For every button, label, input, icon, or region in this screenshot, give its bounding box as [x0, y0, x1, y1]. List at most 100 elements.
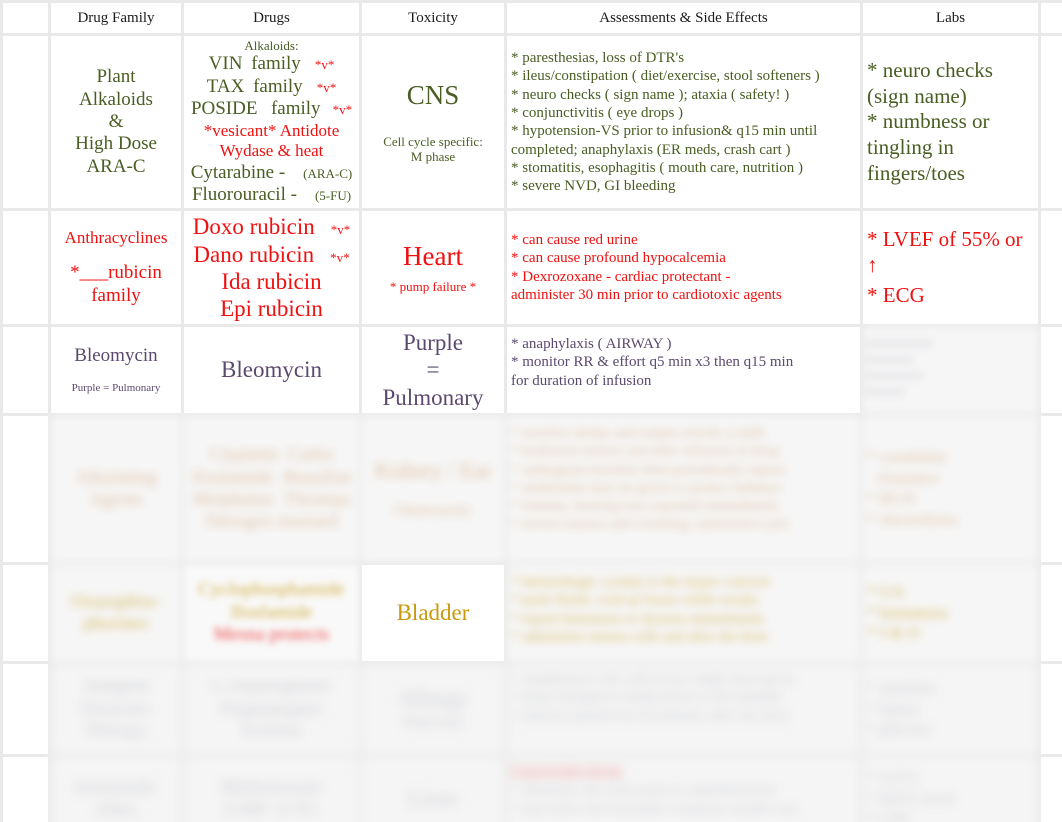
cell-labs-bleomycin-obscured: * * * * * * * * * * * * * * * * * * * * … — [863, 326, 1038, 413]
column-header-assessments: Assessments & Side Effects — [507, 3, 860, 33]
vesicant-marker: *v* — [314, 57, 335, 73]
assessment-line: * ileus/constipation ( diet/exercise, st… — [511, 68, 820, 85]
column-header-toxicity: Toxicity — [362, 3, 504, 33]
obscured-text: * push fluids; void q2 hours while awake — [511, 592, 759, 609]
toxicity-sub-line: M phase — [410, 149, 456, 165]
obscured-text: * mucositis and stomatitis common; mouth… — [511, 800, 799, 817]
cell-toxicity-heart: Heart * pump failure * — [362, 211, 504, 324]
obscured-text: Erwinia — [241, 720, 302, 742]
obscured-text: Alkylating — [75, 466, 157, 488]
cell-assessments-obscured: * monitor intake and output strictly q s… — [507, 415, 860, 562]
obscured-text: * hemorrhagic cystitis is the major conc… — [511, 573, 771, 590]
row-gutter-right — [1041, 211, 1062, 324]
lab-line: tingling in — [867, 135, 954, 160]
cell-labs-obscured: * creatinine clearance * BUN * electroly… — [863, 415, 1038, 562]
obscured-text: * LFT's — [867, 767, 920, 787]
column-header-drug-family: Drug Family — [51, 3, 181, 33]
cell-drugs-anthracyclines: Doxo rubicin *v* Dano rubicin *v* Ida ru… — [184, 211, 359, 324]
table-row: Anthracyclines *___rubicin family Doxo r… — [3, 211, 1062, 324]
column-header-labs: Labs — [863, 3, 1038, 33]
cell-labs-plant-alkaloids: * neuro checks (sign name) * numbness or… — [863, 36, 1038, 209]
cell-drugs-obscured: Cisplatin Carbo Ifosfamide Busulfan Melp… — [184, 415, 359, 562]
toxicity-sub-line: * pump failure * — [389, 278, 477, 294]
toxicity-main: Bladder — [396, 600, 470, 626]
cell-toxicity-obscured: Kidney / Ear Ototoxicity — [362, 415, 504, 562]
cell-drugs-bleomycin: Bleomycin — [184, 326, 359, 413]
toxicity-line: Purple — [402, 330, 464, 356]
lab-line: fingers/toes — [867, 160, 965, 185]
obscured-text: Therapy — [84, 720, 148, 742]
row-gutter-left — [3, 663, 48, 754]
drug-name: Ida rubicin — [221, 268, 322, 294]
cell-assessments-bleomycin: * anaphylaxis ( AIRWAY ) * monitor RR & … — [507, 326, 860, 413]
cell-assessments-obscured: Leucovorin rescue * alkalinize the urine… — [507, 756, 860, 822]
obscured-text: * tinnitus, hearing loss reported immedi… — [511, 498, 780, 515]
drug-abbreviation: (ARA-C) — [303, 165, 353, 181]
obscured-text: * severe nausea and vomiting; antiemetic… — [511, 516, 789, 533]
drug-name: Epi rubicin — [220, 295, 323, 321]
cell-drug-family-plant-alkaloids: Plant Alkaloids & High Dose ARA-C — [51, 36, 181, 209]
obscured-text: * UA — [867, 581, 905, 601]
cell-labs-anthracyclines: * LVEF of 55% or ↑ * ECG — [863, 211, 1038, 324]
obscured-text: * hematuria — [867, 602, 948, 622]
assessment-line: * monitor RR & effort q5 min x3 then q15… — [511, 354, 794, 371]
obscured-text: Allergy — [398, 686, 468, 712]
obscured-text: * I & O — [867, 623, 920, 643]
obscured-text: * creatinine — [867, 447, 947, 467]
obscured-text: L-Asparaginase — [211, 675, 332, 697]
cell-assessments-anthracyclines: * can cause red urine * can cause profou… — [507, 211, 860, 324]
toxicity-sub-line: Cell cycle specific: — [383, 133, 483, 149]
cell-toxicity-obscured: Allergy Pancreas — [362, 663, 504, 754]
obscured-text: * observe patient for 60 minutes after t… — [511, 707, 790, 724]
obscured-text: Agents — [89, 488, 143, 510]
cell-labs-obscured: * LFT's * MTX level * CBC — [863, 756, 1038, 822]
table-row: Plant Alkaloids & High Dose ARA-C Alkalo… — [3, 36, 1062, 209]
cell-labs-bladder-obscured: * UA * hematuria * I & O — [863, 564, 1038, 661]
vesicant-marker: *v* — [330, 222, 351, 238]
assessment-line: * paresthesias, loss of DTR's — [511, 50, 685, 67]
cell-toxicity-bladder: Bladder — [362, 564, 504, 661]
table-row: Antimetab- olites Methotrexate 6-MP 6-TG… — [3, 756, 1062, 822]
obscured-text: * glucose — [867, 719, 932, 739]
row-gutter-left — [3, 415, 48, 562]
table-row: Alkylating Agents Cisplatin Carbo Ifosfa… — [3, 415, 1062, 562]
obscured-text: Liver — [408, 786, 458, 812]
drug-family-line: Plant — [96, 66, 136, 88]
drug-entry: TAX family *v* — [188, 76, 355, 98]
obscured-text: Ototoxicity — [394, 500, 472, 520]
drugs-caption: Alkaloids: — [244, 38, 299, 53]
drug-entry: Cytarabine - (ARA-C) — [188, 162, 355, 184]
vesicant-marker: *v* — [316, 79, 337, 95]
assessment-line: * stomatitis, esophagitis ( mouth care, … — [511, 159, 804, 176]
obscured-text: * anaphylaxis risk with every single dos… — [511, 670, 796, 687]
row-gutter-right — [1041, 326, 1062, 413]
obscured-text: * keep emergency medications at the beds… — [511, 689, 783, 706]
drug-family-subtitle: *___rubicin — [70, 262, 162, 284]
row-gutter-left — [3, 564, 48, 661]
assessment-line: * can cause profound hypocalcemia — [511, 250, 726, 267]
drug-suffix: family — [251, 53, 301, 75]
assessment-line: * Dexrozoxane - cardiac protectant - — [511, 268, 731, 285]
drug-name: Dano rubicin — [193, 241, 315, 267]
drug-family-subtitle: family — [91, 284, 141, 306]
toxicity-line: Pulmonary — [382, 384, 484, 410]
obscured-text: * BUN — [867, 488, 916, 508]
obscured-text: * MTX level — [867, 788, 955, 808]
drug-family-line: High Dose — [75, 133, 157, 155]
cell-drug-family-anthracyclines: Anthracyclines *___rubicin family — [51, 211, 181, 324]
cell-toxicity-pulmonary: Purple = Pulmonary — [362, 326, 504, 413]
obscured-text: phorines — [83, 612, 149, 634]
vesicant-antidote-line: *vesicant* Antidote — [203, 120, 340, 140]
assessment-line: * severe NVD, GI bleeding — [511, 178, 676, 195]
obscured-text: Nitrogen mustard — [204, 511, 339, 533]
vesicant-marker: *v* — [332, 102, 353, 118]
row-gutter-right — [1041, 415, 1062, 562]
vesicant-marker: *v* — [330, 249, 350, 265]
toxicity-main: Heart — [403, 241, 463, 272]
obscured-text: Pancreas — [402, 712, 464, 732]
obscured-text: olites — [95, 798, 137, 820]
lab-line: * ECG — [867, 282, 925, 307]
toxicity-line: = — [426, 357, 440, 383]
row-gutter-right — [1041, 756, 1062, 822]
drug-entry: Doxo rubicin *v* — [188, 213, 355, 240]
